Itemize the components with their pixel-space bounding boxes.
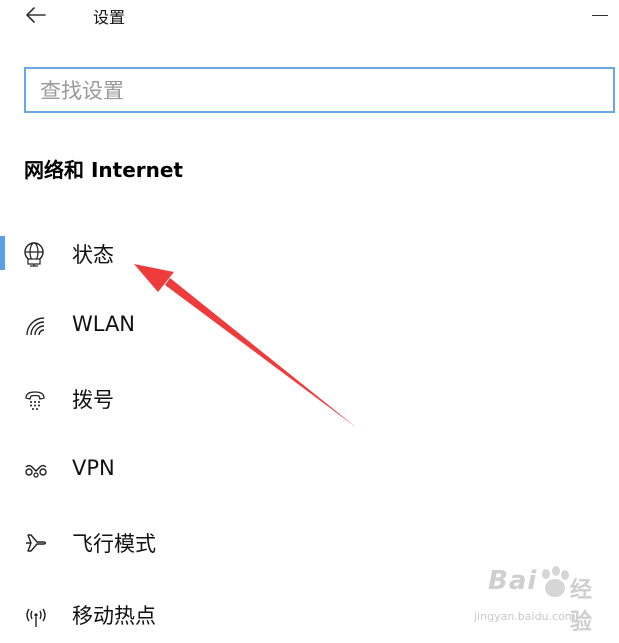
- watermark-url: jingyan.baidu.com: [474, 610, 576, 623]
- watermark-logo: Bai 经验 jingyan.baidu.com: [468, 566, 613, 635]
- watermark-brand-cn: 经验: [570, 578, 594, 635]
- annotation-arrow: [134, 264, 357, 428]
- watermark-brand: Bai: [488, 566, 538, 596]
